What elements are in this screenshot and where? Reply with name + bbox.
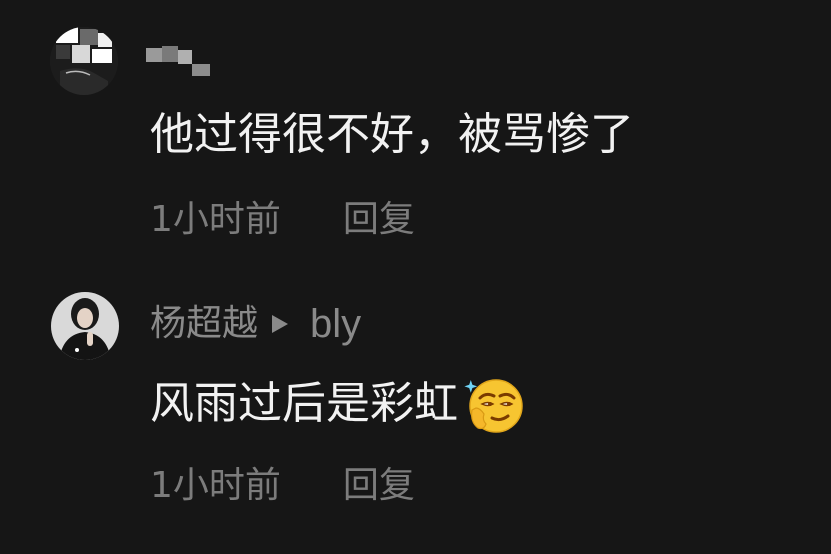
reply-button[interactable]: 回复 bbox=[343, 464, 415, 508]
comment-meta: 1小时前 回复 bbox=[150, 198, 415, 242]
comment-list: 他过得很不好，被骂惨了 1小时前 回复 杨超越 bly 风雨过后是彩虹 1小时前… bbox=[0, 0, 831, 554]
censored-username[interactable] bbox=[146, 42, 216, 82]
username[interactable]: 杨超越 bbox=[150, 302, 258, 346]
reply-button[interactable]: 回复 bbox=[343, 198, 415, 242]
comment-body: 他过得很不好，被骂惨了 bbox=[150, 109, 634, 160]
timestamp: 1小时前 bbox=[150, 465, 281, 506]
username-row: 杨超越 bly bbox=[150, 302, 361, 346]
play-arrow-icon bbox=[272, 315, 289, 333]
comment-meta: 1小时前 回复 bbox=[150, 464, 415, 508]
smug-face-emoji bbox=[462, 372, 526, 436]
comment-item: 杨超越 bly 风雨过后是彩虹 1小时前 回复 bbox=[0, 270, 831, 554]
comment-item: 他过得很不好，被骂惨了 1小时前 回复 bbox=[0, 0, 831, 270]
avatar[interactable] bbox=[50, 27, 118, 95]
reply-target-username[interactable]: bly bbox=[310, 302, 361, 346]
timestamp: 1小时前 bbox=[150, 199, 281, 240]
comment-body: 风雨过后是彩虹 bbox=[150, 378, 458, 429]
comment-text: 他过得很不好，被骂惨了 bbox=[150, 108, 634, 162]
avatar[interactable] bbox=[51, 292, 119, 360]
comment-text: 风雨过后是彩虹 bbox=[150, 372, 526, 436]
